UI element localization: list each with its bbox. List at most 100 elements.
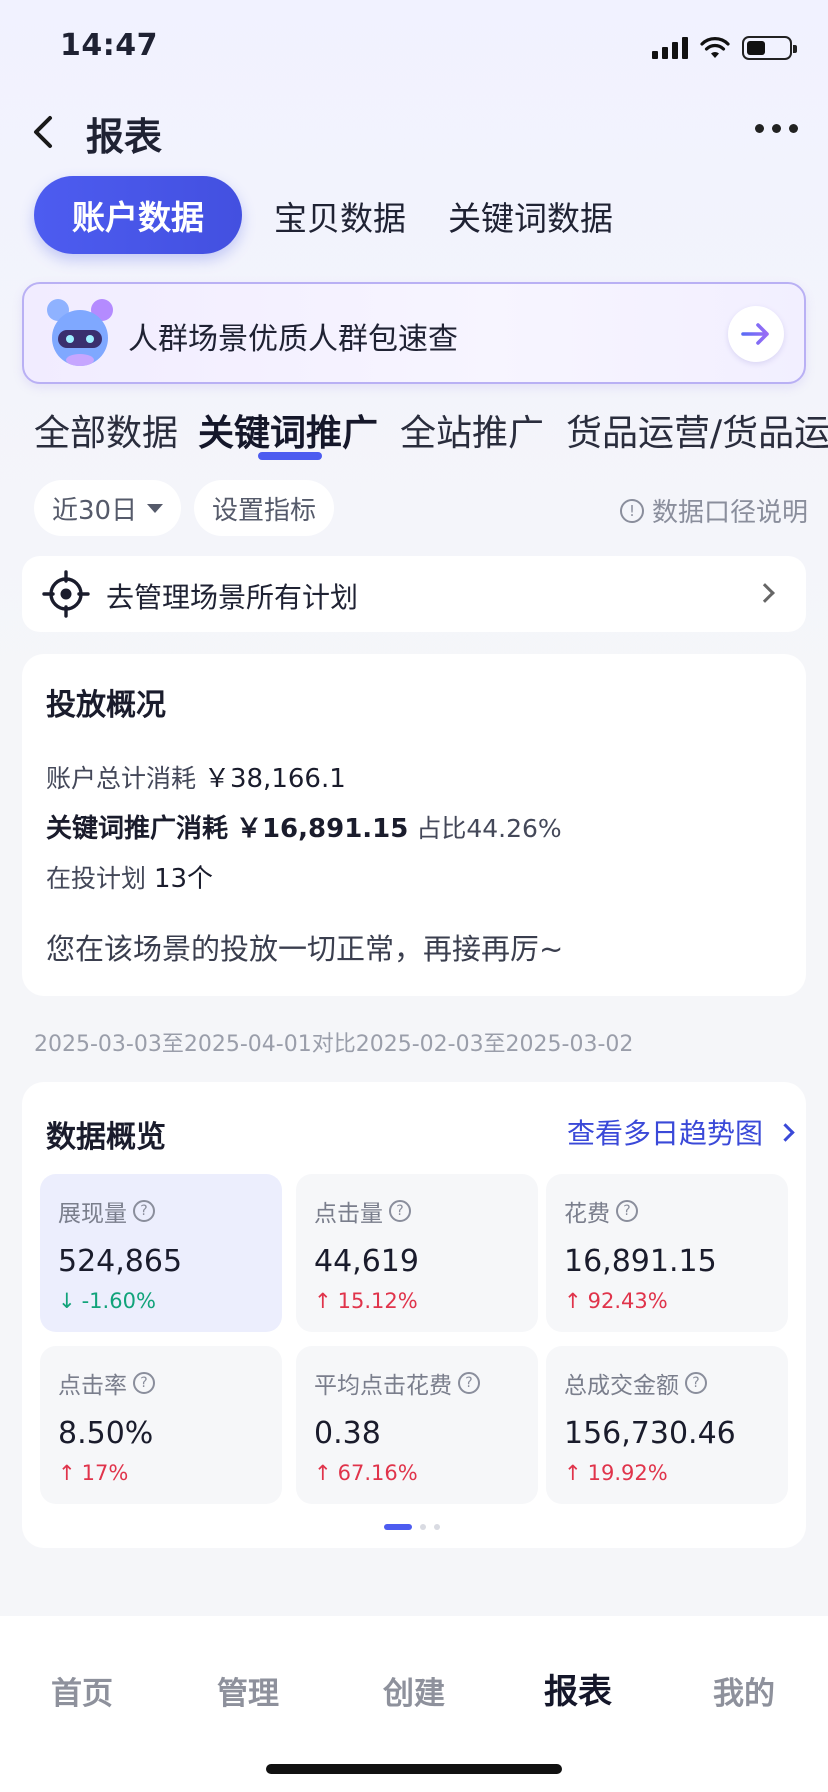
metric-change-value: 17% — [81, 1461, 129, 1485]
metric-change-value: -1.60% — [81, 1289, 156, 1313]
chevron-right-icon — [776, 1122, 795, 1142]
mascot-icon — [47, 299, 113, 366]
page-dot — [420, 1524, 426, 1530]
question-circle-icon[interactable]: ? — [616, 1200, 638, 1222]
nav-mine[interactable]: 我的 — [684, 1668, 804, 1713]
metric-label: 总成交金额? — [564, 1366, 770, 1400]
keyword-share: 占比44.26% — [416, 814, 562, 843]
back-arrow-icon[interactable] — [26, 112, 66, 152]
banner-text: 人群场景优质人群包速查 — [128, 322, 458, 357]
page-indicator — [384, 1524, 440, 1530]
metric-change-value: 19.92% — [587, 1461, 668, 1485]
metric-tile[interactable]: 点击量? 44,619 ↑ 15.12% — [296, 1174, 538, 1332]
nav-create[interactable]: 创建 — [354, 1668, 474, 1713]
tab-account-data[interactable]: 账户数据 — [34, 176, 242, 254]
metric-tile[interactable]: 总成交金额? 156,730.46 ↑ 19.92% — [546, 1346, 788, 1504]
metric-value: 16,891.15 — [564, 1244, 717, 1279]
manage-plans-label: 去管理场景所有计划 — [106, 581, 359, 614]
metric-value: 524,865 — [58, 1244, 183, 1279]
crosshair-icon — [42, 570, 90, 618]
status-icons — [652, 36, 797, 60]
metric-value: 8.50% — [58, 1416, 154, 1451]
metric-tile[interactable]: 花费? 16,891.15 ↑ 92.43% — [546, 1174, 788, 1332]
subtab-underline — [258, 452, 322, 460]
keyword-spend-line: 关键词推广消耗 ￥16,891.15 占比44.26% — [46, 808, 562, 845]
home-indicator — [266, 1764, 562, 1774]
wifi-icon — [700, 37, 730, 58]
nav-manage[interactable]: 管理 — [188, 1668, 308, 1713]
caret-down-icon — [147, 503, 164, 513]
page-title: 报表 — [86, 115, 163, 159]
bottom-nav: 首页 管理 创建 报表 我的 — [0, 1616, 828, 1792]
metric-change: ↑ 19.92% — [564, 1461, 770, 1485]
audience-banner[interactable]: 人群场景优质人群包速查 — [22, 282, 806, 384]
metric-label: 展现量? — [58, 1194, 264, 1228]
page-dot — [384, 1524, 412, 1530]
question-circle-icon[interactable]: ? — [458, 1372, 480, 1394]
metric-tile[interactable]: 点击率? 8.50% ↑ 17% — [40, 1346, 282, 1504]
banner-arrow-button[interactable] — [728, 306, 784, 362]
total-spend-value: ￥38,166.1 — [203, 764, 346, 794]
subtab-all-data[interactable]: 全部数据 — [34, 404, 178, 456]
metric-label-text: 点击量 — [314, 1201, 383, 1227]
metric-change: ↑ 15.12% — [314, 1289, 520, 1313]
manage-plans-row[interactable]: 去管理场景所有计划 — [22, 556, 806, 632]
metric-value: 44,619 — [314, 1244, 419, 1279]
signal-icon — [652, 37, 688, 59]
arrow-up-icon: ↑ — [58, 1461, 76, 1485]
date-range-dropdown[interactable]: 近30日 — [34, 480, 182, 536]
date-range-label: 近30日 — [52, 495, 138, 526]
subtab-keyword-promo[interactable]: 关键词推广 — [198, 404, 378, 456]
tab-item-data[interactable]: 宝贝数据 — [274, 192, 406, 240]
overview-card: 投放概况 账户总计消耗 ￥38,166.1 关键词推广消耗 ￥16,891.15… — [22, 654, 806, 996]
metric-value: 0.38 — [314, 1416, 381, 1451]
metric-tile[interactable]: 平均点击花费? 0.38 ↑ 67.16% — [296, 1346, 538, 1504]
metric-label: 平均点击花费? — [314, 1366, 520, 1400]
arrow-right-icon — [741, 323, 769, 345]
plans-value: 13个 — [153, 864, 214, 894]
trend-link-label: 查看多日趋势图 — [566, 1117, 763, 1150]
arrow-down-icon: ↓ — [58, 1289, 76, 1313]
question-circle-icon[interactable]: ? — [685, 1372, 707, 1394]
metric-change-value: 15.12% — [337, 1289, 418, 1313]
question-circle-icon[interactable]: ? — [133, 1372, 155, 1394]
question-circle-icon[interactable]: ? — [133, 1200, 155, 1222]
overview-title: 投放概况 — [46, 688, 166, 723]
metric-change: ↑ 17% — [58, 1461, 264, 1485]
question-circle-icon[interactable]: ? — [389, 1200, 411, 1222]
set-metrics-button[interactable]: 设置指标 — [194, 480, 335, 536]
metric-change-value: 92.43% — [587, 1289, 668, 1313]
status-time: 14:47 — [60, 28, 158, 63]
metric-change: ↑ 92.43% — [564, 1289, 770, 1313]
set-metrics-label: 设置指标 — [212, 495, 317, 526]
data-explain-link[interactable]: ! 数据口径说明 — [619, 492, 808, 529]
metric-change: ↓ -1.60% — [58, 1289, 264, 1313]
more-dots-icon[interactable] — [755, 124, 798, 133]
metric-tile[interactable]: 展现量? 524,865 ↓ -1.60% — [40, 1174, 282, 1332]
trend-chart-link[interactable]: 查看多日趋势图 — [566, 1112, 795, 1152]
info-circle-icon: ! — [619, 498, 644, 523]
battery-icon — [742, 36, 797, 60]
metric-label: 花费? — [564, 1194, 770, 1228]
nav-home[interactable]: 首页 — [22, 1668, 142, 1713]
metric-label-text: 展现量 — [58, 1201, 127, 1227]
metric-label-text: 平均点击花费 — [314, 1373, 452, 1399]
metric-change: ↑ 67.16% — [314, 1461, 520, 1485]
total-spend-label: 账户总计消耗 — [46, 764, 197, 793]
page-dot — [434, 1524, 440, 1530]
metric-label-text: 花费 — [564, 1201, 610, 1227]
metric-change-value: 67.16% — [337, 1461, 418, 1485]
subtab-goods-ops[interactable]: 货品运营/货品运 — [566, 404, 828, 456]
metric-value: 156,730.46 — [564, 1416, 736, 1451]
compare-date-range: 2025-03-03至2025-04-01对比2025-02-03至2025-0… — [34, 1032, 634, 1057]
overview-note: 您在该场景的投放一切正常，再接再厉~ — [46, 932, 564, 966]
subtab-site-promo[interactable]: 全站推广 — [400, 404, 544, 456]
tab-keyword-data[interactable]: 关键词数据 — [448, 192, 613, 240]
metric-label-text: 点击率 — [58, 1373, 127, 1399]
arrow-up-icon: ↑ — [314, 1461, 332, 1485]
arrow-up-icon: ↑ — [564, 1289, 582, 1313]
nav-reports[interactable]: 报表 — [518, 1664, 638, 1713]
metric-label: 点击量? — [314, 1194, 520, 1228]
arrow-up-icon: ↑ — [564, 1461, 582, 1485]
total-spend-line: 账户总计消耗 ￥38,166.1 — [46, 758, 346, 795]
